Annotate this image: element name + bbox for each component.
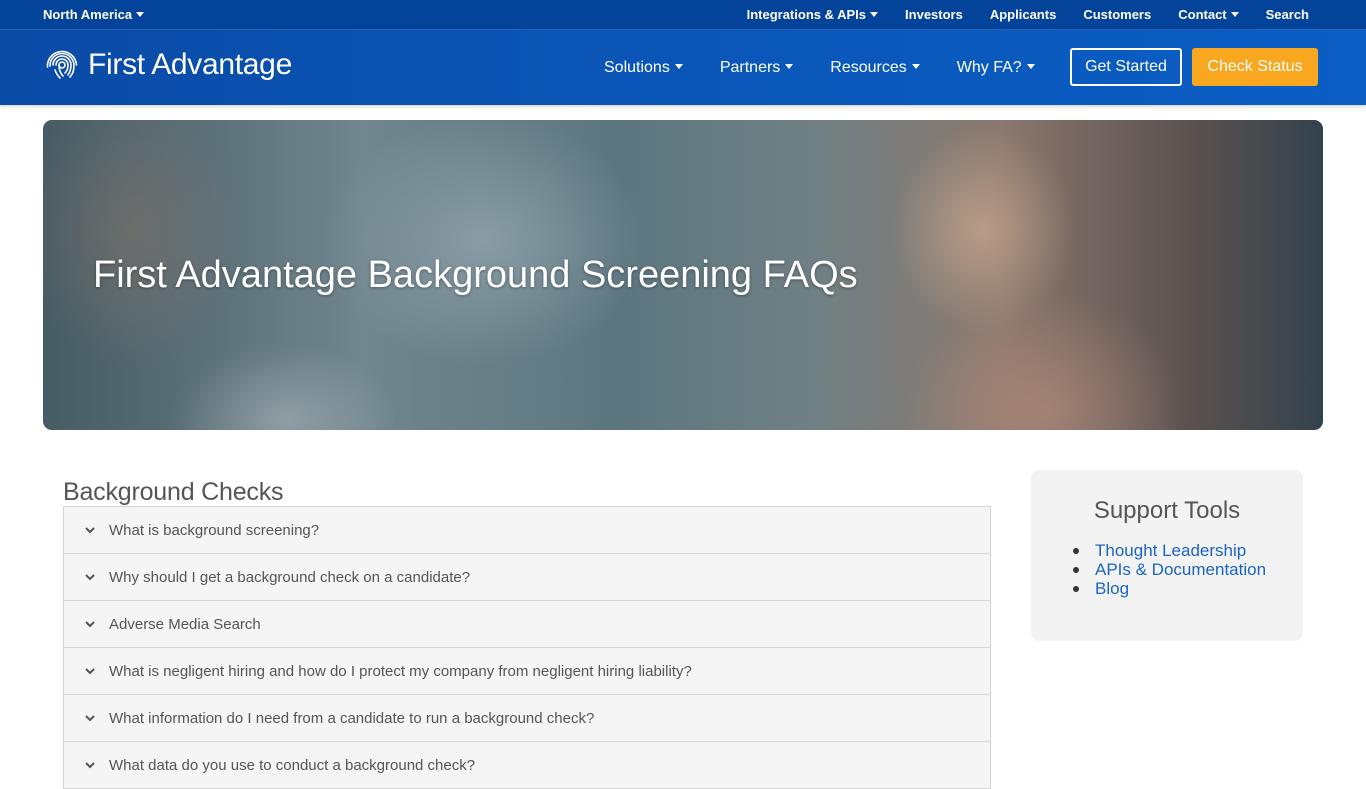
faq-question: Adverse Media Search bbox=[109, 615, 261, 633]
caret-down-icon bbox=[870, 12, 879, 18]
support-link-apis-documentation[interactable]: APIs & Documentation bbox=[1095, 560, 1266, 579]
logo[interactable]: First Advantage bbox=[43, 44, 292, 86]
faq-question: What information do I need from a candid… bbox=[109, 709, 595, 727]
support-tools-list: Thought Leadership APIs & Documentation … bbox=[1073, 541, 1266, 598]
chevron-down-icon bbox=[85, 668, 95, 675]
utility-link-investors[interactable]: Investors bbox=[905, 7, 963, 22]
utility-link-label: Customers bbox=[1083, 7, 1152, 22]
region-selector[interactable]: North America bbox=[43, 0, 145, 29]
chevron-down-icon bbox=[85, 574, 95, 581]
faq-item[interactable]: What is background screening? bbox=[63, 507, 991, 554]
nav-why-fa[interactable]: Why FA? bbox=[957, 59, 1035, 77]
bullet-icon bbox=[1073, 586, 1079, 592]
nav-resources[interactable]: Resources bbox=[830, 58, 920, 77]
faq-question: What data do you use to conduct a backgr… bbox=[109, 756, 476, 774]
utility-link-label: Search bbox=[1265, 7, 1309, 22]
logo-text: First Advantage bbox=[88, 48, 292, 81]
bullet-icon bbox=[1073, 548, 1079, 554]
utility-link-contact[interactable]: Contact bbox=[1178, 7, 1239, 22]
page-title: First Advantage Background Screening FAQ… bbox=[93, 254, 858, 296]
region-label: North America bbox=[43, 7, 133, 22]
faq-item[interactable]: Why should I get a background check on a… bbox=[63, 554, 991, 601]
utility-link-label: Investors bbox=[905, 7, 963, 22]
support-tools-title: Support Tools bbox=[1093, 497, 1241, 524]
check-status-button[interactable]: Check Status bbox=[1192, 48, 1318, 86]
bullet-icon bbox=[1073, 567, 1079, 573]
get-started-button[interactable]: Get Started bbox=[1070, 48, 1182, 86]
caret-down-icon bbox=[1230, 12, 1239, 18]
list-item: Blog bbox=[1073, 579, 1266, 598]
nav-partners[interactable]: Partners bbox=[719, 58, 794, 77]
list-item: Thought Leadership bbox=[1073, 541, 1266, 560]
faq-item[interactable]: What data do you use to conduct a backgr… bbox=[63, 742, 991, 789]
utility-link-integrations[interactable]: Integrations & APIs bbox=[746, 7, 879, 22]
support-tools-card: Support Tools Thought Leadership APIs & … bbox=[1031, 470, 1303, 641]
caret-down-icon bbox=[1026, 63, 1035, 69]
nav-solutions[interactable]: Solutions bbox=[604, 59, 683, 77]
fingerprint-icon bbox=[46, 50, 78, 79]
faq-question: Why should I get a background check on a… bbox=[109, 568, 471, 586]
utility-link-label: Applicants bbox=[989, 7, 1057, 22]
chevron-down-icon bbox=[85, 762, 95, 769]
utility-link-applicants[interactable]: Applicants bbox=[990, 7, 1056, 22]
nav-label: Partners bbox=[719, 58, 781, 76]
faq-section-heading: Background Checks bbox=[63, 478, 284, 506]
hero-banner: First Advantage Background Screening FAQ… bbox=[43, 120, 1323, 430]
faq-item[interactable]: What information do I need from a candid… bbox=[63, 695, 991, 742]
caret-down-icon bbox=[674, 63, 683, 69]
nav-label: Why FA? bbox=[956, 58, 1022, 76]
nav-label: Resources bbox=[830, 58, 907, 76]
caret-down-icon bbox=[785, 63, 794, 69]
main-nav: Solutions Partners Resources Why FA? bbox=[604, 30, 1072, 105]
faq-question: What is negligent hiring and how do I pr… bbox=[109, 662, 692, 680]
chevron-down-icon bbox=[85, 527, 95, 534]
caret-down-icon bbox=[911, 63, 920, 69]
main-header: First Advantage Solutions Partners Resou… bbox=[0, 30, 1366, 105]
faq-accordion: What is background screening? Why should… bbox=[63, 506, 991, 789]
support-link-blog[interactable]: Blog bbox=[1095, 579, 1129, 598]
faq-item[interactable]: What is negligent hiring and how do I pr… bbox=[63, 648, 991, 695]
utility-link-label: Integrations & APIs bbox=[746, 7, 867, 22]
chevron-down-icon bbox=[85, 621, 95, 628]
utility-links: Integrations & APIs Investors Applicants… bbox=[720, 0, 1309, 29]
utility-link-search[interactable]: Search bbox=[1266, 7, 1309, 22]
nav-label: Solutions bbox=[604, 58, 670, 76]
utility-bar: North America Integrations & APIs Invest… bbox=[0, 0, 1366, 30]
utility-link-label: Contact bbox=[1178, 7, 1227, 22]
faq-item[interactable]: Adverse Media Search bbox=[63, 601, 991, 648]
support-link-thought-leadership[interactable]: Thought Leadership bbox=[1095, 541, 1246, 560]
list-item: APIs & Documentation bbox=[1073, 560, 1266, 579]
chevron-down-icon bbox=[85, 715, 95, 722]
faq-question: What is background screening? bbox=[109, 521, 320, 539]
caret-down-icon bbox=[136, 12, 145, 18]
utility-link-customers[interactable]: Customers bbox=[1083, 7, 1151, 22]
